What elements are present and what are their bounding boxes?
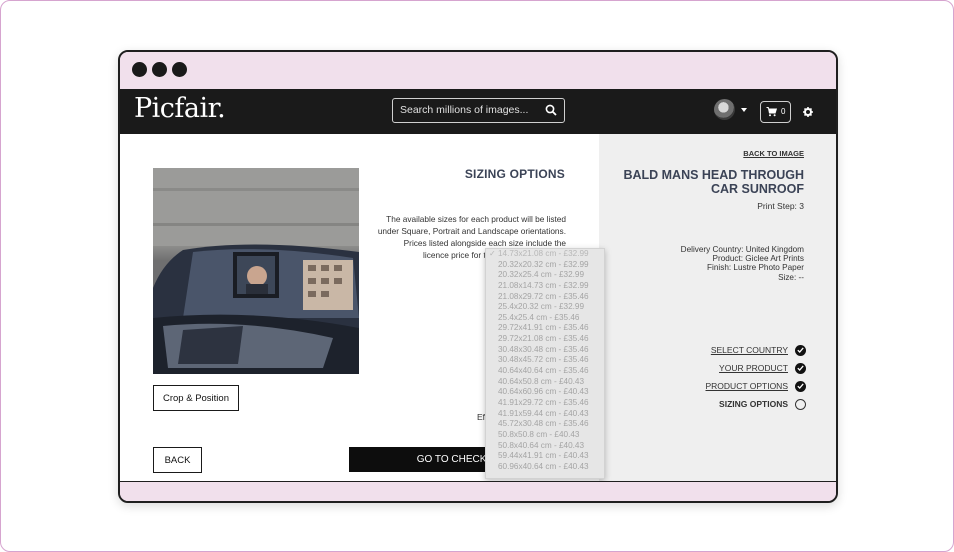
size-option-label: 40.64x50.8 cm - £40.43 — [498, 376, 585, 386]
car-sunroof-photo — [153, 168, 359, 374]
size-option-label: 21.08x14.73 cm - £32.99 — [498, 280, 589, 290]
size-option[interactable]: 40.64x60.96 cm - £40.43 — [486, 387, 604, 398]
cart-button[interactable]: 0 — [760, 101, 791, 123]
size-option-label: 14.73x21.08 cm - £32.99 — [498, 249, 589, 258]
order-summary-panel: BACK TO IMAGE BALD MANS HEAD THROUGH CAR… — [599, 134, 836, 481]
step-label[interactable]: SELECT COUNTRY — [711, 345, 788, 355]
size-option[interactable]: 59.44x41.91 cm - £40.43 — [486, 451, 604, 462]
check-circle-icon — [795, 344, 806, 356]
product-type: Product: Giclee Art Prints — [712, 254, 804, 264]
order-details: Delivery Country: United Kingdom Product… — [681, 245, 804, 282]
size-option-label: 20.32x25.4 cm - £32.99 — [498, 270, 585, 280]
empty-circle-icon — [795, 398, 806, 410]
title-bar — [120, 52, 836, 89]
finish: Finish: Lustre Photo Paper — [707, 263, 804, 273]
size-option-label: 29.72x41.91 cm - £35.46 — [498, 323, 589, 333]
user-avatar[interactable] — [714, 99, 735, 120]
gear-icon[interactable] — [803, 107, 813, 117]
check-circle-icon — [795, 362, 806, 374]
size-option-label: 50.8x40.64 cm - £40.43 — [498, 440, 585, 450]
size-option-label: 30.48x30.48 cm - £35.46 — [498, 344, 589, 354]
print-step: Print Step: 3 — [757, 201, 804, 211]
size-option[interactable]: 30.48x45.72 cm - £35.46 — [486, 355, 604, 366]
size-option[interactable]: 40.64x40.64 cm - £35.46 — [486, 366, 604, 377]
size-option-label: 20.32x20.32 cm - £32.99 — [498, 259, 589, 269]
size-option-label: 59.44x41.91 cm - £40.43 — [498, 451, 589, 461]
size-option[interactable]: 41.91x29.72 cm - £35.46 — [486, 398, 604, 409]
size-option[interactable]: 29.72x21.08 cm - £35.46 — [486, 334, 604, 345]
size-option-label: 41.91x29.72 cm - £35.46 — [498, 397, 589, 407]
checkmark-icon: ✓ — [489, 249, 496, 258]
step-item[interactable]: YOUR PRODUCT — [719, 362, 806, 374]
size-option-label: 25.4x20.32 cm - £32.99 — [498, 302, 585, 312]
cart-icon — [766, 107, 777, 117]
step-item[interactable]: SELECT COUNTRY — [711, 344, 806, 356]
size-option-label: 21.08x29.72 cm - £35.46 — [498, 291, 589, 301]
step-item[interactable]: PRODUCT OPTIONS — [706, 380, 806, 392]
chevron-down-icon[interactable] — [741, 108, 747, 112]
size-option-label: 25.4x25.4 cm - £35.46 — [498, 312, 580, 322]
size-option-label: 41.91x59.44 cm - £40.43 — [498, 408, 589, 418]
size-option[interactable]: 60.96x40.64 cm - £40.43 — [486, 462, 604, 473]
size-option[interactable]: 50.8x50.8 cm - £40.43 — [486, 430, 604, 441]
cart-count: 0 — [781, 107, 786, 116]
size-option[interactable]: 21.08x29.72 cm - £35.46 — [486, 292, 604, 303]
step-label[interactable]: PRODUCT OPTIONS — [706, 381, 789, 391]
footer-bar — [120, 481, 836, 501]
window-control-dot[interactable] — [152, 62, 167, 77]
size-option-label: 40.64x60.96 cm - £40.43 — [498, 387, 589, 397]
step-label: SIZING OPTIONS — [719, 399, 788, 409]
crop-position-button[interactable]: Crop & Position — [153, 385, 239, 411]
size: Size: -- — [778, 272, 804, 282]
size-option[interactable]: 20.32x25.4 cm - £32.99 — [486, 270, 604, 281]
size-option[interactable]: ✓ 14.73x21.08 cm - £32.99 — [486, 249, 604, 260]
window-control-dot[interactable] — [132, 62, 147, 77]
size-option[interactable]: 50.8x40.64 cm - £40.43 — [486, 441, 604, 452]
product-image — [153, 168, 359, 374]
size-option[interactable]: 41.91x59.44 cm - £40.43 — [486, 409, 604, 420]
search-bar[interactable]: Search millions of images... — [392, 98, 565, 123]
step-label[interactable]: YOUR PRODUCT — [719, 363, 788, 373]
site-header: Picfair. Search millions of images... 0 — [120, 89, 836, 134]
picfair-logo[interactable]: Picfair. — [134, 93, 226, 124]
size-option[interactable]: 20.32x20.32 cm - £32.99 — [486, 260, 604, 271]
check-circle-icon — [795, 380, 806, 392]
step-item: SIZING OPTIONS — [719, 398, 806, 410]
size-dropdown[interactable]: ✓ 14.73x21.08 cm - £32.99 20.32x20.32 cm -… — [485, 248, 605, 479]
search-input[interactable]: Search millions of images... — [400, 104, 528, 116]
delivery-country: Delivery Country: United Kingdom — [680, 245, 804, 254]
size-option-label: 30.48x45.72 cm - £35.46 — [498, 355, 589, 365]
size-option-label: 50.8x50.8 cm - £40.43 — [498, 429, 580, 439]
size-option[interactable]: 30.48x30.48 cm - £35.46 — [486, 345, 604, 356]
partial-label: Ef — [477, 412, 486, 422]
size-option[interactable]: 21.08x14.73 cm - £32.99 — [486, 281, 604, 292]
size-option[interactable]: 40.64x50.8 cm - £40.43 — [486, 377, 604, 388]
size-option-label: 45.72x30.48 cm - £35.46 — [498, 419, 589, 429]
back-button[interactable]: BACK — [153, 447, 202, 473]
size-option[interactable]: 25.4x25.4 cm - £35.46 — [486, 313, 604, 324]
product-title: BALD MANS HEAD THROUGH CAR SUNROOF — [623, 168, 804, 196]
sizing-options-title: SIZING OPTIONS — [464, 167, 565, 181]
search-icon[interactable] — [545, 104, 557, 116]
size-option[interactable]: 45.72x30.48 cm - £35.46 — [486, 419, 604, 430]
size-option-label: 40.64x40.64 cm - £35.46 — [498, 366, 589, 376]
size-option[interactable]: 29.72x41.91 cm - £35.46 — [486, 323, 604, 334]
size-option-label: 29.72x21.08 cm - £35.46 — [498, 334, 589, 344]
browser-window: Picfair. Search millions of images... 0 — [118, 50, 838, 503]
window-control-dot[interactable] — [172, 62, 187, 77]
size-option-label: 60.96x40.64 cm - £40.43 — [498, 461, 589, 471]
size-option[interactable]: 25.4x20.32 cm - £32.99 — [486, 302, 604, 313]
back-to-image-link[interactable]: BACK TO IMAGE — [743, 149, 804, 158]
